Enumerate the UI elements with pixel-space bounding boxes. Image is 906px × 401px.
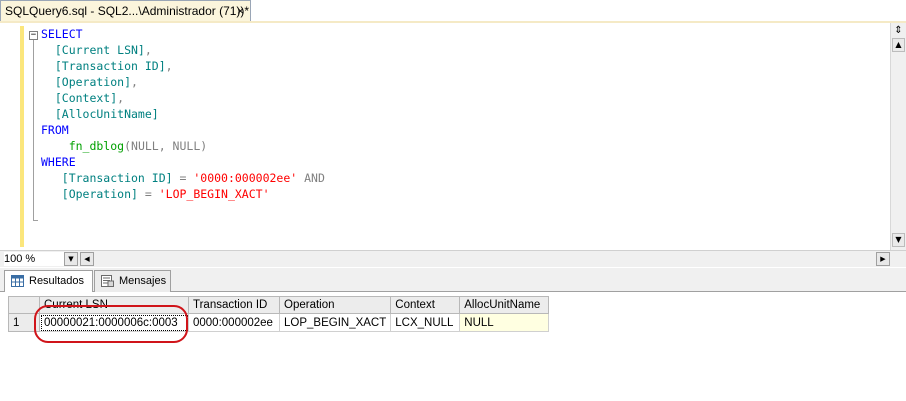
highlight-annotation xyxy=(34,305,188,343)
code-line[interactable]: [Transaction ID] = '0000:000002ee' AND xyxy=(41,170,325,186)
tab-resultados-label: Resultados xyxy=(29,275,85,287)
grid-icon xyxy=(11,275,24,287)
code-token: [Context] xyxy=(41,91,118,105)
column-header-allocunitname[interactable]: AllocUnitName xyxy=(459,296,550,314)
code-token: SELECT xyxy=(41,27,83,41)
tab-resultados[interactable]: Resultados xyxy=(4,270,93,293)
scroll-down-arrow-icon[interactable]: ▼ xyxy=(892,233,905,247)
sql-code[interactable]: SELECT [Current LSN], [Transaction ID], … xyxy=(41,26,325,202)
zoom-dropdown-icon[interactable]: ▼ xyxy=(64,252,78,266)
code-token: [AllocUnitName] xyxy=(41,107,159,121)
code-line[interactable]: [Operation] = 'LOP_BEGIN_XACT' xyxy=(41,186,325,202)
code-token: '0000:000002ee' xyxy=(193,171,298,185)
cell-context[interactable]: LCX_NULL xyxy=(390,313,461,332)
code-token: (NULL, NULL) xyxy=(124,139,208,153)
column-header-context[interactable]: Context xyxy=(390,296,461,314)
code-token: , xyxy=(165,59,173,73)
tab-mensajes-label: Mensajes xyxy=(119,275,167,287)
cell-transaction-id[interactable]: 0000:000002ee xyxy=(188,313,280,332)
row-number-header[interactable] xyxy=(8,296,40,314)
code-line[interactable]: [Current LSN], xyxy=(41,42,325,58)
scroll-up-arrow-icon[interactable]: ▲ xyxy=(892,38,905,52)
code-line[interactable]: FROM xyxy=(41,122,325,138)
document-tab-title: SQLQuery6.sql - SQL2...\Administrador (7… xyxy=(5,4,250,18)
scroll-right-arrow-icon[interactable]: ▶ xyxy=(876,252,890,266)
code-token: , xyxy=(117,91,125,105)
code-token: [Transaction ID] xyxy=(41,59,166,73)
code-line[interactable]: [Transaction ID], xyxy=(41,58,325,74)
document-tab-bar: SQLQuery6.sql - SQL2...\Administrador (7… xyxy=(0,0,906,23)
code-token: [Transaction ID] xyxy=(41,171,180,185)
collapse-region-icon[interactable]: − xyxy=(29,31,38,40)
zoom-level-combo[interactable]: 100 % xyxy=(4,252,64,266)
results-tab-strip: Resultados Mensajes xyxy=(0,268,906,293)
document-tab[interactable]: SQLQuery6.sql - SQL2...\Administrador (7… xyxy=(0,0,251,21)
code-token: fn_dblog xyxy=(41,139,125,153)
column-header-transaction-id[interactable]: Transaction ID xyxy=(188,296,280,314)
code-token: AND xyxy=(297,171,325,185)
zoom-bar: 100 % ▼ ◀ ▶ xyxy=(0,250,906,267)
outline-line xyxy=(33,40,34,220)
editor-vertical-scrollbar[interactable]: ⇕ ▲ ▼ xyxy=(890,23,906,250)
messages-icon xyxy=(101,275,114,287)
code-token: [Operation] xyxy=(41,187,145,201)
code-token: FROM xyxy=(41,123,69,137)
outline-end xyxy=(33,220,38,221)
query-editor[interactable]: − SELECT [Current LSN], [Transaction ID]… xyxy=(0,23,890,250)
code-line[interactable]: [AllocUnitName] xyxy=(41,106,325,122)
split-handle-icon[interactable]: ⇕ xyxy=(893,25,904,36)
code-token: = xyxy=(144,187,159,201)
code-token: 'LOP_BEGIN_XACT' xyxy=(158,187,270,201)
code-line[interactable]: [Operation], xyxy=(41,74,325,90)
column-header-operation[interactable]: Operation xyxy=(278,296,392,314)
cell-allocunitname[interactable]: NULL xyxy=(459,313,550,332)
code-line[interactable]: SELECT xyxy=(41,26,325,42)
cell-operation[interactable]: LOP_BEGIN_XACT xyxy=(278,313,392,332)
change-tracking-margin xyxy=(20,26,24,247)
code-token: , xyxy=(144,43,152,57)
close-tab-icon[interactable]: × xyxy=(237,1,244,21)
code-token: = xyxy=(179,171,194,185)
code-line[interactable]: fn_dblog(NULL, NULL) xyxy=(41,138,325,154)
code-token: [Operation] xyxy=(41,75,132,89)
scroll-left-arrow-icon[interactable]: ◀ xyxy=(80,252,94,266)
code-token: , xyxy=(131,75,138,89)
code-line[interactable]: WHERE xyxy=(41,154,325,170)
code-line[interactable]: [Context], xyxy=(41,90,325,106)
code-token: WHERE xyxy=(41,155,76,169)
tab-mensajes[interactable]: Mensajes xyxy=(94,270,171,292)
code-token: [Current LSN] xyxy=(41,43,145,57)
